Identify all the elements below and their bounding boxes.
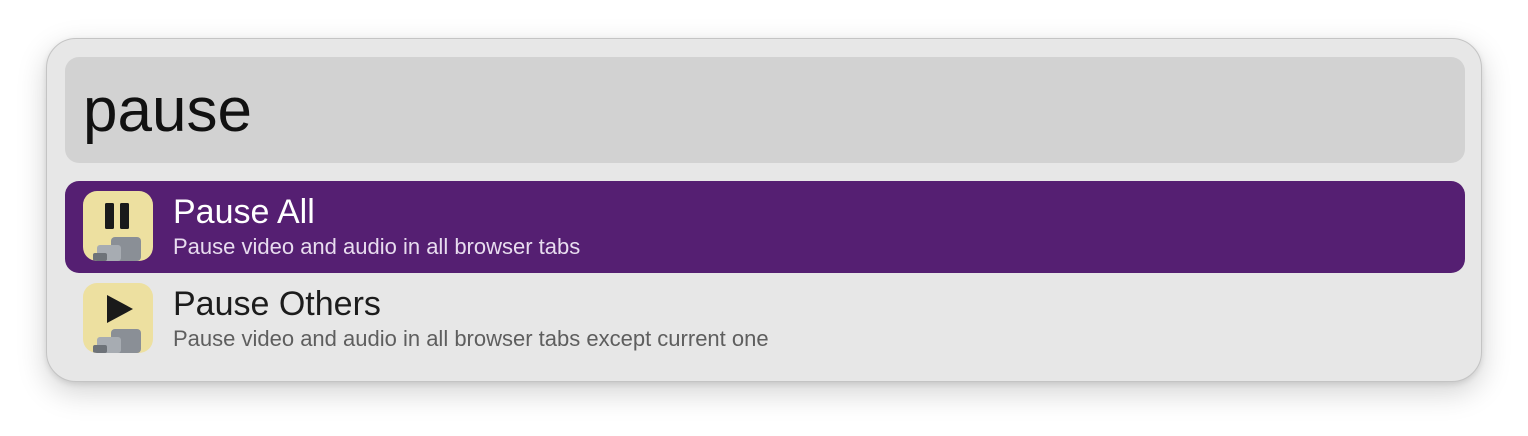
result-subtitle: Pause video and audio in all browser tab… [173,326,769,351]
result-subtitle: Pause video and audio in all browser tab… [173,234,581,259]
result-item-pause-all[interactable]: Pause All Pause video and audio in all b… [65,181,1465,273]
pause-icon [83,191,153,261]
play-icon [83,283,153,353]
result-title: Pause Others [173,285,381,323]
launcher-window: Pause All Pause video and audio in all b… [46,38,1482,382]
result-item-pause-others[interactable]: Pause Others Pause video and audio in al… [65,273,1465,365]
search-box[interactable] [65,57,1465,163]
search-input[interactable] [83,75,1443,147]
result-title: Pause All [173,193,315,231]
